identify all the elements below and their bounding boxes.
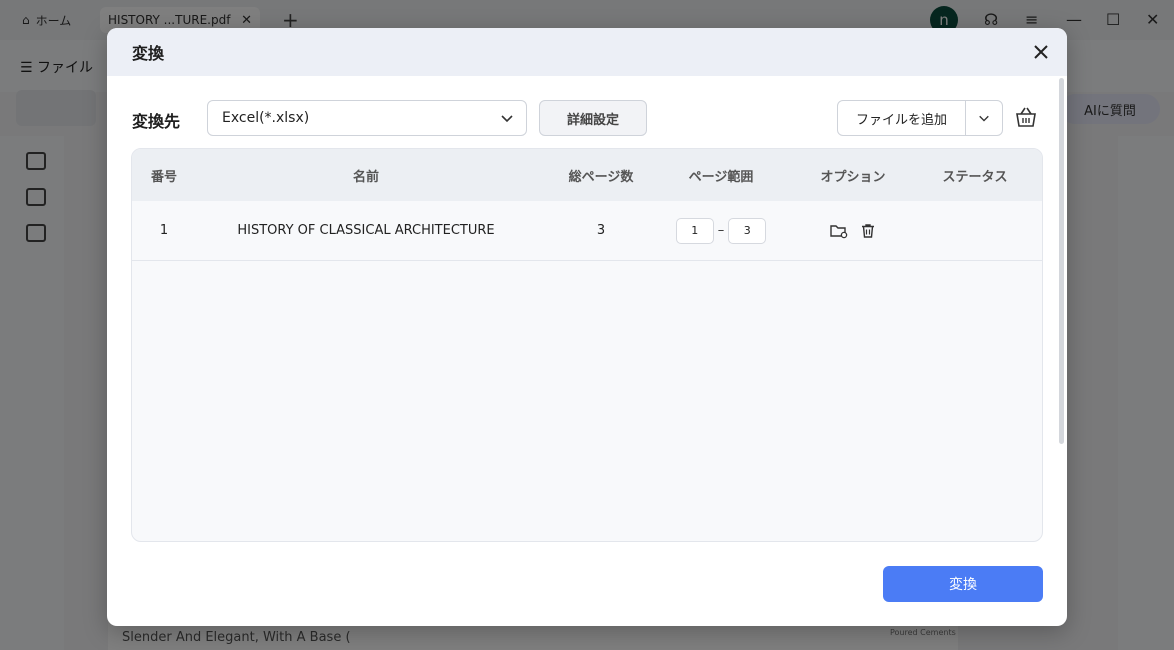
- header-options: オプション: [820, 169, 886, 185]
- header-number: 番号: [150, 169, 177, 185]
- page-range-from-input[interactable]: 1: [675, 217, 714, 244]
- header-total-pages: 総ページ数: [568, 169, 634, 185]
- row-total-pages: 3: [596, 223, 606, 238]
- header-status: ステータス: [942, 169, 1008, 185]
- delete-icon[interactable]: [860, 223, 876, 239]
- add-file-button[interactable]: ファイルを追加: [838, 101, 966, 135]
- table-header: 番号 名前 総ページ数 ページ範囲 オプション ステータス: [132, 149, 1042, 201]
- dialog-scrollbar[interactable]: [1059, 78, 1064, 444]
- basket-icon: [1016, 107, 1036, 127]
- format-select[interactable]: Excel(*.xlsx): [207, 100, 527, 136]
- dialog-title: 変換: [132, 44, 165, 63]
- advanced-settings-button[interactable]: 詳細設定: [539, 100, 647, 136]
- format-select-value: Excel(*.xlsx): [222, 110, 310, 126]
- header-name: 名前: [352, 169, 379, 185]
- chevron-down-icon: [979, 115, 989, 122]
- clear-all-button[interactable]: [1015, 106, 1039, 130]
- dialog-header: 変換: [107, 28, 1067, 76]
- close-icon: [1034, 45, 1048, 59]
- add-file-split-button: ファイルを追加: [837, 100, 1003, 136]
- chevron-down-icon: [501, 115, 513, 123]
- convert-dialog: 変換 変換先 Excel(*.xlsx) 詳細設定 ファイルを追加 番号 名前 …: [107, 28, 1067, 626]
- table-row[interactable]: 1 HISTORY OF CLASSICAL ARCHITECTURE 3 1 …: [132, 201, 1042, 261]
- row-number: 1: [159, 223, 169, 238]
- header-page-range: ページ範囲: [688, 169, 754, 185]
- page-range-to-input[interactable]: 3: [728, 217, 767, 244]
- add-file-dropdown[interactable]: [966, 112, 1002, 124]
- convert-button[interactable]: 変換: [883, 566, 1043, 602]
- folder-settings-icon[interactable]: [830, 223, 848, 239]
- row-options: [776, 223, 930, 239]
- convert-to-label: 変換先: [132, 112, 181, 131]
- row-page-range: 1 – 3: [666, 217, 776, 244]
- row-file-name: HISTORY OF CLASSICAL ARCHITECTURE: [237, 223, 495, 238]
- close-button[interactable]: [1029, 40, 1053, 64]
- range-separator: –: [717, 223, 725, 238]
- file-table: 番号 名前 総ページ数 ページ範囲 オプション ステータス 1 HISTORY …: [131, 148, 1043, 542]
- convert-options-row: 変換先 Excel(*.xlsx) 詳細設定 ファイルを追加: [107, 100, 1067, 136]
